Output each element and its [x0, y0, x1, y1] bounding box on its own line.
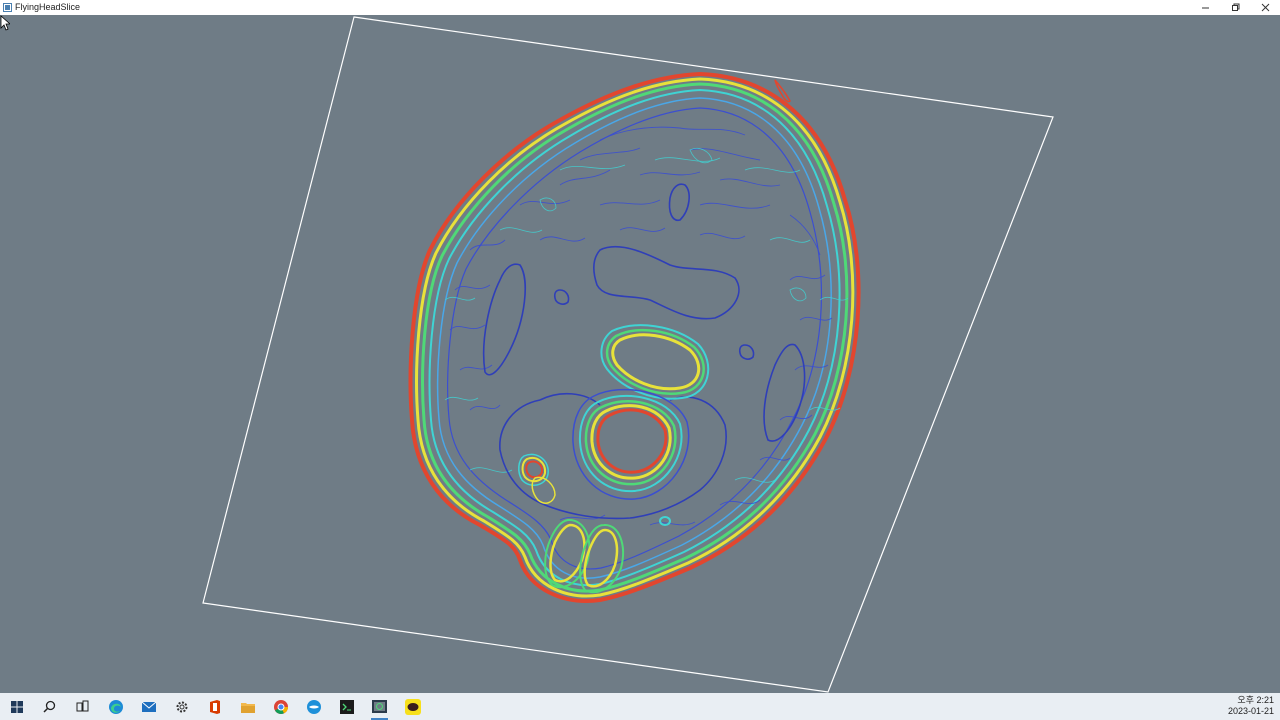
- clock-time: 오후 2:21: [1237, 695, 1274, 705]
- mail-icon: [141, 701, 156, 712]
- search-icon: [43, 700, 56, 713]
- vertebra-contour: [572, 388, 690, 500]
- window-titlebar[interactable]: FlyingHeadSlice: [0, 0, 1280, 15]
- minimize-button[interactable]: [1190, 0, 1220, 15]
- office-button[interactable]: [198, 693, 231, 720]
- settings-button[interactable]: [165, 693, 198, 720]
- close-icon: [1261, 3, 1269, 12]
- small-vessel-contour: [659, 516, 671, 526]
- settings-icon: [176, 701, 187, 712]
- chrome-button[interactable]: [264, 693, 297, 720]
- close-button[interactable]: [1250, 0, 1280, 15]
- kakaotalk-button[interactable]: [396, 693, 429, 720]
- chrome-icon: [273, 699, 288, 714]
- taskbar: 오후 2:21 2023-01-21: [0, 693, 1280, 720]
- system-clock[interactable]: 오후 2:21 2023-01-21: [1228, 695, 1274, 717]
- terminal-button[interactable]: [330, 693, 363, 720]
- window-title: FlyingHeadSlice: [15, 2, 81, 12]
- edge-button[interactable]: [99, 693, 132, 720]
- mouse-cursor-icon: [0, 15, 10, 31]
- restore-icon: [1231, 3, 1239, 11]
- airway-contour: [600, 324, 710, 400]
- file-explorer-icon: [240, 702, 255, 713]
- kakaotalk-icon: [404, 698, 421, 715]
- small-bone-contour: [518, 453, 556, 504]
- browser-button[interactable]: [297, 693, 330, 720]
- slice-canvas: [202, 16, 1054, 693]
- window-controls: [1190, 0, 1280, 15]
- task-view-button[interactable]: [66, 693, 99, 720]
- search-button[interactable]: [33, 693, 66, 720]
- app-icon: [3, 3, 12, 12]
- task-view-icon: [76, 700, 89, 712]
- start-icon: [10, 700, 23, 713]
- clock-date: 2023-01-21: [1227, 706, 1274, 716]
- file-explorer-button[interactable]: [231, 693, 264, 720]
- minimize-icon: [1201, 7, 1209, 9]
- restore-button[interactable]: [1220, 0, 1250, 15]
- browser-icon: [306, 699, 321, 714]
- skin-contour: [408, 71, 861, 603]
- terminal-icon: [339, 699, 354, 714]
- flyingheadslice-taskbar-button[interactable]: [363, 693, 396, 720]
- start-button[interactable]: [0, 693, 33, 720]
- mail-button[interactable]: [132, 693, 165, 720]
- render-viewport[interactable]: [0, 15, 1280, 693]
- flyingheadslice-app-icon: [372, 700, 387, 713]
- edge-icon: [108, 699, 123, 714]
- office-icon: [209, 699, 220, 714]
